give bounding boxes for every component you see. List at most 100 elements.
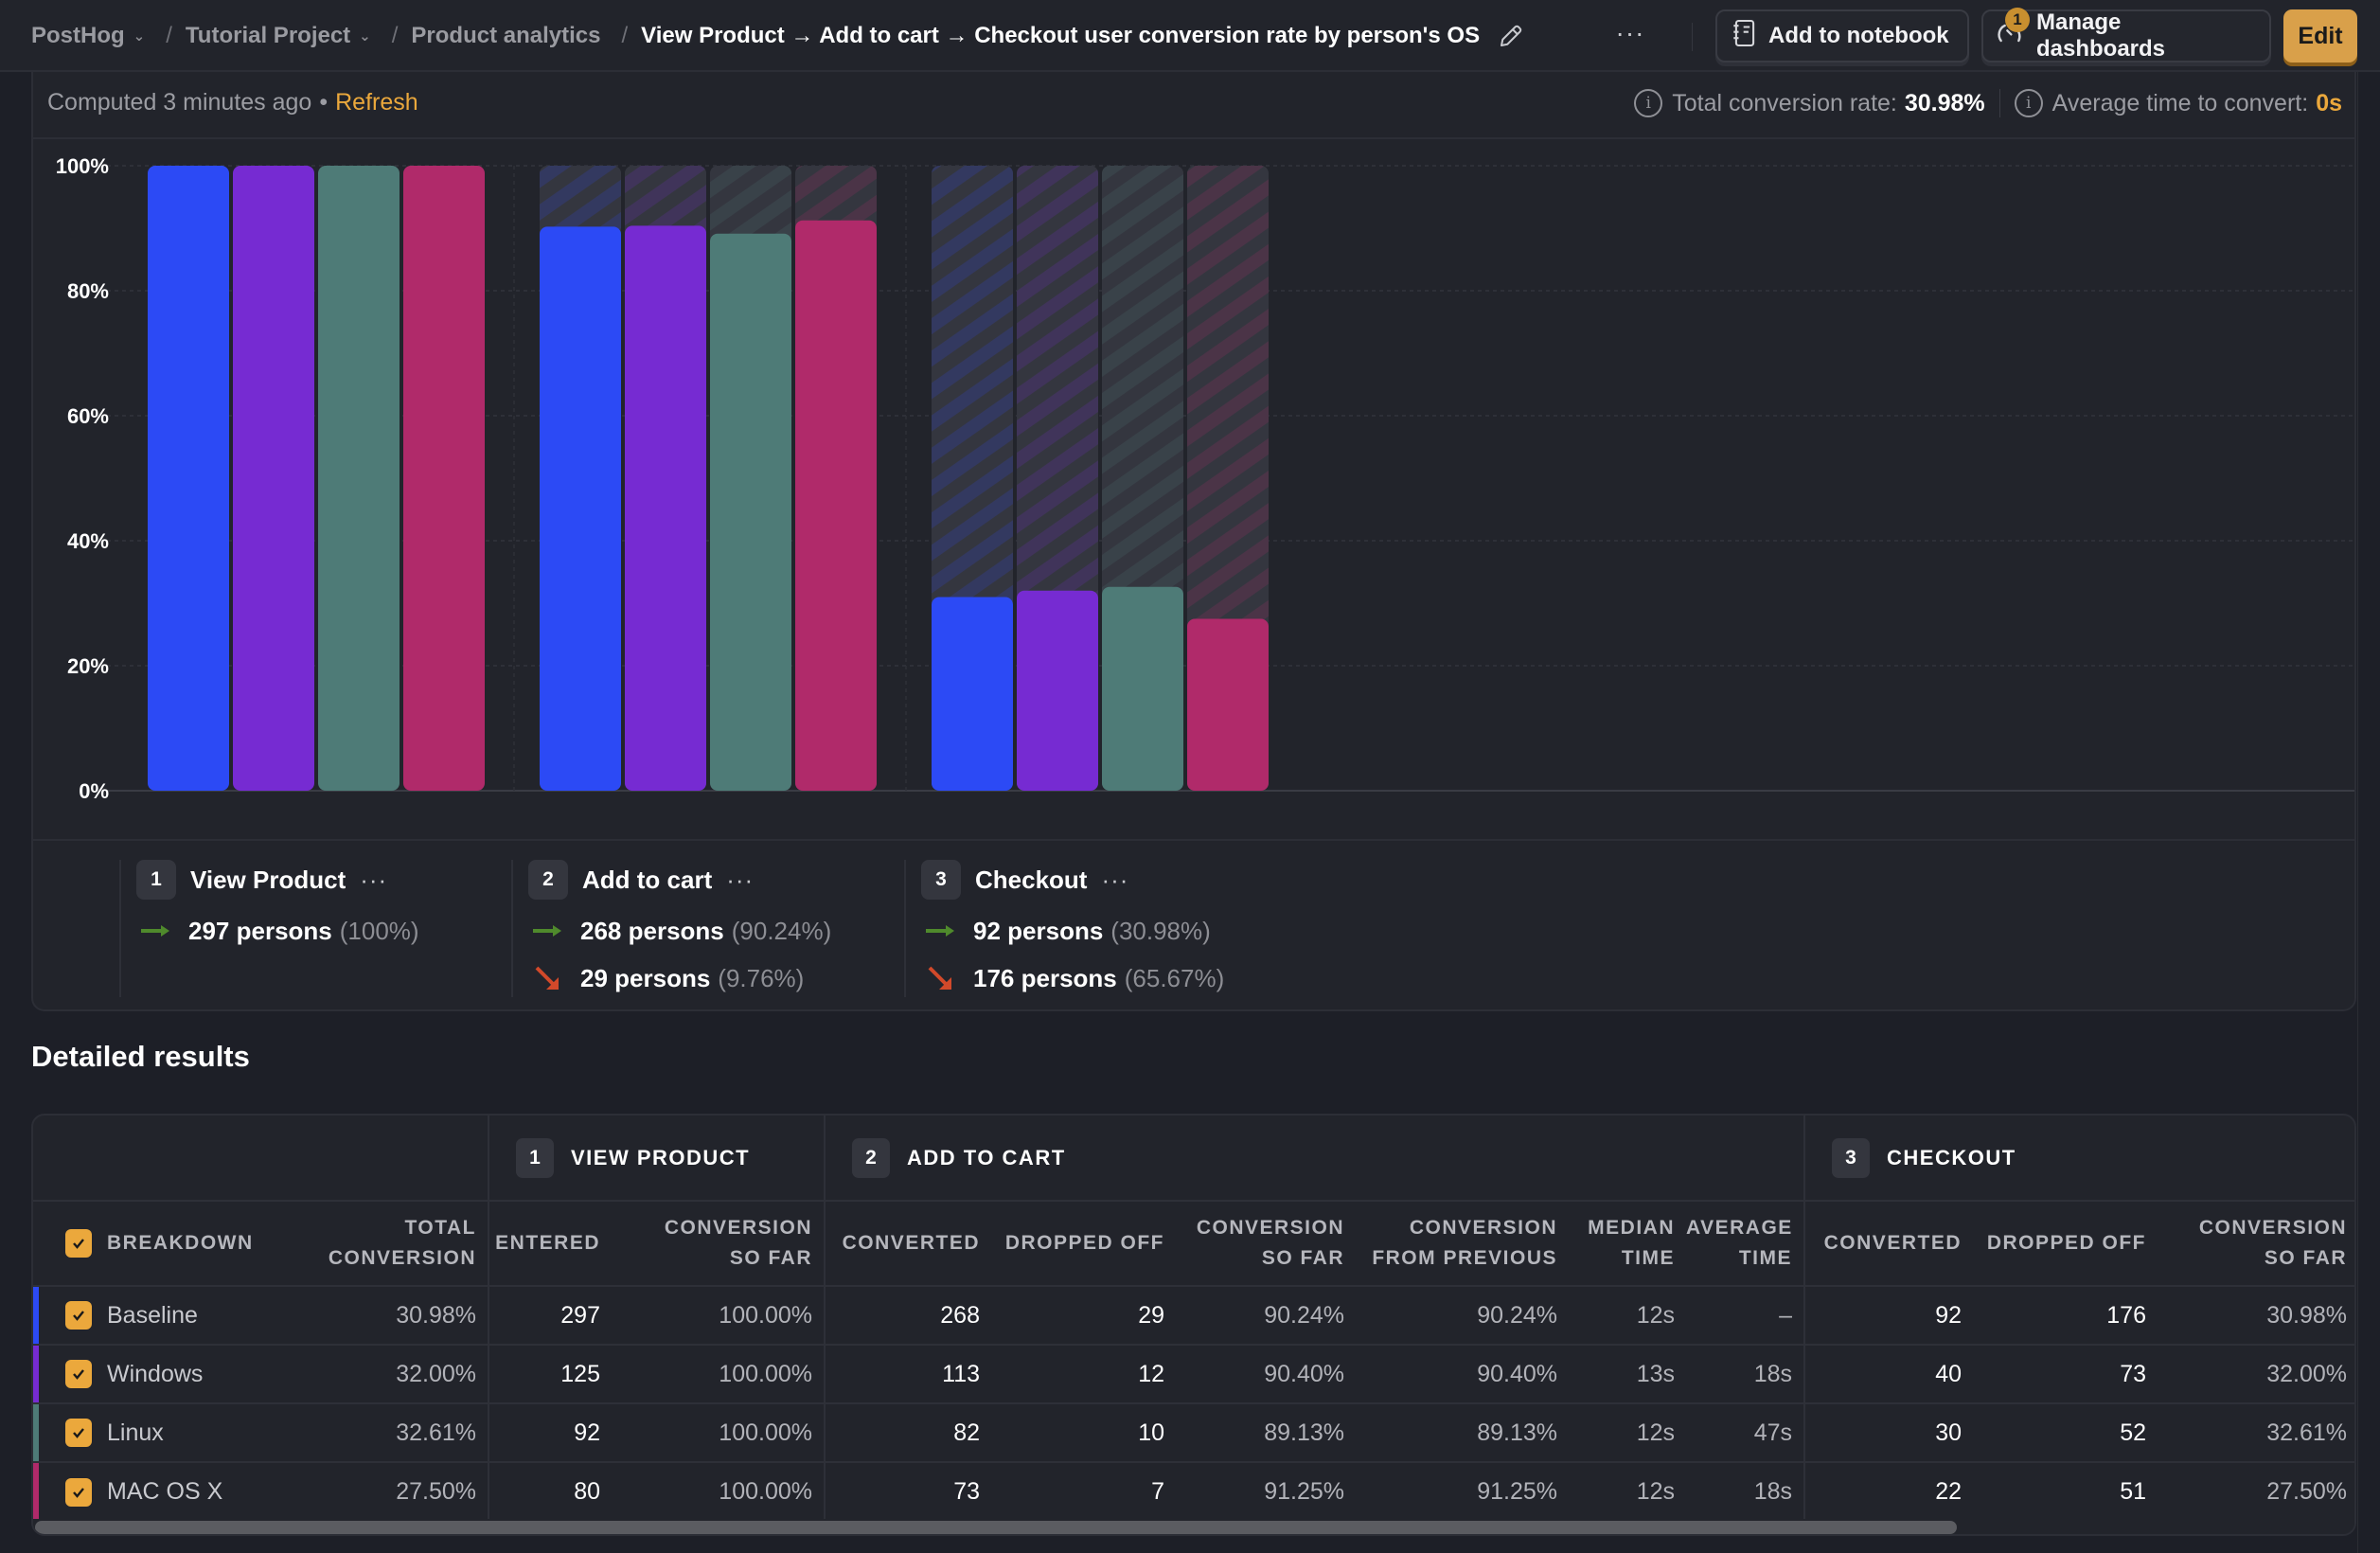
computed-status: Computed 3 minutes ago • Refresh — [47, 89, 418, 116]
cell-conv-so-far-3: 30.98% — [2158, 1286, 2354, 1346]
step-name[interactable]: Add to cart — [582, 866, 712, 895]
column-header-conversion-so-far[interactable]: CONVERSION SO FAR — [2158, 1201, 2354, 1287]
column-header-conversion-so-far[interactable]: CONVERSION SO FAR — [1176, 1201, 1356, 1287]
step-name[interactable]: View Product — [190, 866, 346, 895]
step-converted[interactable]: 92 persons (30.98%) — [921, 907, 1224, 955]
step-legend: 1 View Product ··· 297 persons (100%) 2 … — [33, 841, 2354, 1002]
cell-converted-2: 73 — [824, 1462, 991, 1521]
cell-total-conversion: 32.00% — [275, 1345, 488, 1404]
step-more-button[interactable]: ··· — [360, 866, 387, 895]
table-row[interactable]: MAC OS X 27.50% 80 100.00% 73 7 91.25% 91.25% 12… — [33, 1462, 2354, 1521]
column-header-converted[interactable]: CONVERTED — [824, 1201, 991, 1287]
add-to-notebook-button[interactable]: Add to notebook — [1715, 9, 1969, 62]
step-converted[interactable]: 297 persons (100%) — [136, 907, 419, 955]
step-number: 3 — [1832, 1137, 1870, 1178]
cell-conv-so-far-2: 89.13% — [1176, 1403, 1356, 1463]
total-conversion-label: Total conversion rate: — [1672, 89, 1897, 116]
cell-entered: 92 — [488, 1403, 612, 1463]
funnel-summary: i Total conversion rate: 30.98% i Averag… — [1634, 89, 2342, 117]
converted-count: 297 persons — [188, 916, 332, 945]
edit-button[interactable]: Edit — [2283, 9, 2357, 62]
bar-linux-step-3[interactable] — [1102, 586, 1183, 791]
breadcrumb-org[interactable]: PostHog ⌄ — [31, 23, 145, 49]
cell-conv-from-prev-2: 89.13% — [1356, 1403, 1569, 1463]
info-icon[interactable]: i — [1634, 89, 1663, 117]
divider — [1692, 23, 1693, 51]
breadcrumb-separator: / — [621, 23, 629, 48]
breadcrumb-product-analytics-label: Product analytics — [411, 23, 601, 48]
funnel-bar-chart: 0% 20% 40% 60% 80% 100% — [56, 154, 2354, 803]
cell-dropped-2: 29 — [991, 1286, 1176, 1346]
table-row[interactable]: Windows 32.00% 125 100.00% 113 12 90.40% 90.40%… — [33, 1345, 2354, 1404]
bar-mac-os-x-step-3[interactable] — [1187, 618, 1269, 792]
breadcrumb-project[interactable]: Tutorial Project ⌄ — [186, 23, 371, 49]
step-number: 2 — [528, 860, 568, 900]
bar-baseline-step-3[interactable] — [932, 597, 1013, 791]
cell-converted-3: 22 — [1803, 1462, 1973, 1521]
refresh-link[interactable]: Refresh — [335, 89, 418, 116]
column-header-dropped-off[interactable]: DROPPED OFF — [991, 1201, 1176, 1287]
add-to-notebook-label: Add to notebook — [1768, 23, 1949, 48]
column-header-total-conversion[interactable]: TOTAL CONVERSION — [275, 1201, 488, 1287]
step-number: 3 — [921, 860, 961, 900]
column-header-breakdown[interactable]: BREAKDOWN — [33, 1201, 275, 1287]
breadcrumb-product-analytics[interactable]: Product analytics — [411, 23, 600, 49]
step-more-button[interactable]: ··· — [726, 866, 754, 895]
row-checkbox[interactable] — [65, 1419, 92, 1447]
column-header-conversion-so-far[interactable]: CONVERSION SO FAR — [612, 1201, 825, 1287]
page-scrollbar[interactable] — [2357, 72, 2380, 1553]
bar-linux-step-2[interactable] — [710, 233, 791, 791]
row-checkbox[interactable] — [65, 1301, 92, 1330]
cell-conv-so-far-1: 100.00% — [612, 1403, 825, 1463]
column-header-converted[interactable]: CONVERTED — [1803, 1201, 1973, 1287]
column-header-average-time[interactable]: AVERAGE TIME — [1686, 1201, 1804, 1287]
bar-windows-step-2[interactable] — [625, 225, 706, 792]
row-checkbox[interactable] — [65, 1360, 92, 1388]
bar-windows-step-1[interactable] — [233, 166, 314, 791]
cell-conv-so-far-3: 32.61% — [2158, 1403, 2354, 1463]
y-tick-label: 80% — [67, 279, 109, 303]
column-header-median-time[interactable]: MEDIAN TIME — [1569, 1201, 1686, 1287]
more-options-button[interactable]: ··· — [1611, 20, 1649, 53]
cell-dropped-3: 176 — [1973, 1286, 2158, 1346]
pencil-icon[interactable] — [1497, 21, 1527, 51]
notebook-icon — [1732, 18, 1757, 55]
series-color-strip — [33, 1463, 39, 1521]
horizontal-scrollbar[interactable] — [33, 1519, 2354, 1534]
scrollbar-thumb[interactable] — [35, 1521, 1957, 1534]
breakdown-cell: Linux — [33, 1403, 275, 1463]
step-more-button[interactable]: ··· — [1101, 866, 1128, 895]
bar-baseline-step-1[interactable] — [148, 166, 229, 791]
column-header-entered[interactable]: ENTERED — [488, 1201, 612, 1287]
group-label: ADD TO CART — [907, 1145, 1066, 1169]
step-converted[interactable]: 268 persons (90.24%) — [528, 907, 831, 955]
column-header-conversion-from-previous[interactable]: CONVERSION FROM PREVIOUS — [1356, 1201, 1569, 1287]
cell-converted-2: 113 — [824, 1345, 991, 1404]
table-row[interactable]: Baseline 30.98% 297 100.00% 268 29 90.24% 90.24… — [33, 1286, 2354, 1346]
cell-dropped-2: 12 — [991, 1345, 1176, 1404]
cell-conv-so-far-2: 91.25% — [1264, 1478, 1344, 1505]
cell-conv-so-far-1: 100.00% — [719, 1478, 812, 1505]
cell-avg-time-2: 18s — [1753, 1478, 1792, 1505]
step-name[interactable]: Checkout — [975, 866, 1087, 895]
bar-mac-os-x-step-2[interactable] — [795, 220, 877, 791]
bar-baseline-step-2[interactable] — [540, 226, 621, 791]
y-tick-label: 60% — [67, 404, 109, 428]
bar-mac-os-x-step-1[interactable] — [403, 166, 485, 791]
select-all-checkbox[interactable] — [65, 1229, 92, 1258]
cell-conv-so-far-3: 32.00% — [2158, 1345, 2354, 1404]
bar-windows-step-3[interactable] — [1017, 590, 1098, 791]
funnel-card: Computed 3 minutes ago • Refresh i Total c… — [31, 72, 2356, 1011]
info-icon[interactable]: i — [2014, 89, 2043, 117]
chevron-down-icon: ⌄ — [133, 28, 146, 45]
bar-linux-step-1[interactable] — [318, 166, 400, 791]
step-dropped[interactable]: 29 persons (9.76%) — [528, 955, 831, 1002]
dashboards-count-badge: 1 — [2005, 8, 2030, 32]
column-header-dropped-off[interactable]: DROPPED OFF — [1973, 1201, 2158, 1287]
table-row[interactable]: Linux 32.61% 92 100.00% 82 10 89.13% 89.13% 12s 4… — [33, 1403, 2354, 1463]
insight-title: View Product → Add to cart → Checkout us… — [641, 23, 1481, 48]
row-checkbox[interactable] — [65, 1477, 92, 1507]
step-dropped[interactable]: 176 persons (65.67%) — [921, 955, 1224, 1002]
step-number: 1 — [516, 1137, 554, 1178]
breakdown-cell: MAC OS X — [33, 1462, 275, 1521]
